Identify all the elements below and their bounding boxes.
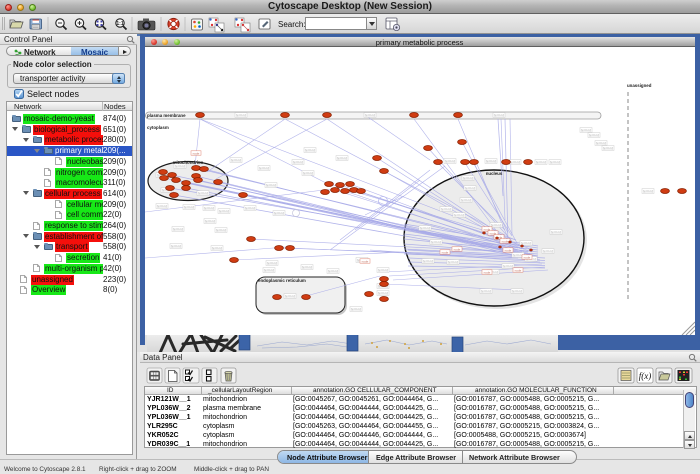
svg-text:node: node [515, 268, 522, 272]
svg-text:nucleus: nucleus [486, 171, 503, 176]
svg-text:term id: term id [285, 294, 295, 298]
svg-text:node: node [442, 250, 449, 254]
svg-text:endoplasmic reticulum: endoplasmic reticulum [258, 278, 306, 283]
svg-text:term id: term id [171, 244, 181, 248]
svg-text:term id: term id [198, 191, 208, 195]
svg-text:term id: term id [423, 259, 433, 263]
svg-text:term id: term id [378, 291, 388, 295]
svg-text:term id: term id [264, 268, 274, 272]
svg-text:plasma membrane: plasma membrane [147, 113, 186, 118]
svg-text:term id: term id [461, 198, 471, 202]
svg-text:term id: term id [266, 183, 276, 187]
svg-text:term id: term id [293, 160, 303, 164]
svg-text:node: node [454, 247, 461, 251]
svg-text:term id: term id [328, 269, 338, 273]
svg-text:term id: term id [510, 160, 520, 164]
svg-text:term id: term id [305, 148, 315, 152]
svg-text:term id: term id [463, 176, 473, 180]
svg-text:cytoplasm: cytoplasm [147, 125, 169, 130]
svg-text:term id: term id [212, 246, 222, 250]
svg-text:term id: term id [512, 289, 522, 293]
svg-text:term id: term id [454, 213, 464, 217]
svg-text:f(x): f(x) [639, 371, 652, 381]
svg-text:1:1: 1:1 [116, 21, 123, 27]
svg-text:term id: term id [481, 289, 491, 293]
svg-text:node: node [502, 239, 509, 243]
svg-text:node: node [362, 259, 369, 263]
svg-text:term id: term id [494, 113, 504, 117]
svg-text:term id: term id [551, 230, 561, 234]
svg-text:term id: term id [441, 207, 451, 211]
svg-text:term id: term id [231, 158, 241, 162]
svg-text:term id: term id [365, 113, 375, 117]
svg-text:term id: term id [378, 268, 388, 272]
svg-text:term id: term id [581, 128, 591, 132]
svg-text:term id: term id [175, 164, 185, 168]
svg-text:term id: term id [303, 171, 313, 175]
svg-text:term id: term id [596, 141, 606, 145]
svg-text:term id: term id [351, 307, 361, 311]
svg-text:term id: term id [267, 261, 277, 265]
svg-text:term id: term id [465, 186, 475, 190]
svg-text:node: node [505, 248, 512, 252]
svg-text:term id: term id [184, 205, 194, 209]
svg-text:term id: term id [543, 249, 553, 253]
svg-text:term id: term id [420, 226, 430, 230]
svg-text:term id: term id [431, 240, 441, 244]
svg-text:term id: term id [448, 260, 458, 264]
svg-text:term id: term id [589, 133, 599, 137]
svg-text:term id: term id [503, 264, 513, 268]
svg-text:mitochondrion: mitochondrion [173, 160, 204, 165]
svg-text:term id: term id [550, 160, 560, 164]
svg-text:term id: term id [204, 206, 214, 210]
svg-text:unassigned: unassigned [627, 83, 652, 88]
svg-text:term id: term id [643, 189, 653, 193]
svg-text:node: node [484, 270, 491, 274]
svg-text:term id: term id [536, 160, 546, 164]
svg-text:term id: term id [245, 206, 255, 210]
svg-text:node: node [524, 255, 531, 259]
svg-text:node: node [193, 151, 200, 155]
svg-text:term id: term id [513, 253, 523, 257]
svg-text:term id: term id [486, 159, 496, 163]
svg-text:term id: term id [236, 113, 246, 117]
svg-text:term id: term id [337, 156, 347, 160]
svg-text:term id: term id [205, 219, 215, 223]
svg-text:term id: term id [157, 204, 167, 208]
svg-text:term id: term id [219, 209, 229, 213]
svg-text:term id: term id [302, 265, 312, 269]
svg-text:term id: term id [603, 146, 613, 150]
svg-text:term id: term id [445, 159, 455, 163]
svg-text:term id: term id [173, 227, 183, 231]
svg-text:term id: term id [274, 211, 284, 215]
svg-text:Search:: Search: [278, 20, 306, 29]
svg-text:term id: term id [216, 228, 226, 232]
svg-text:term id: term id [259, 166, 269, 170]
svg-text:term id: term id [491, 223, 501, 227]
